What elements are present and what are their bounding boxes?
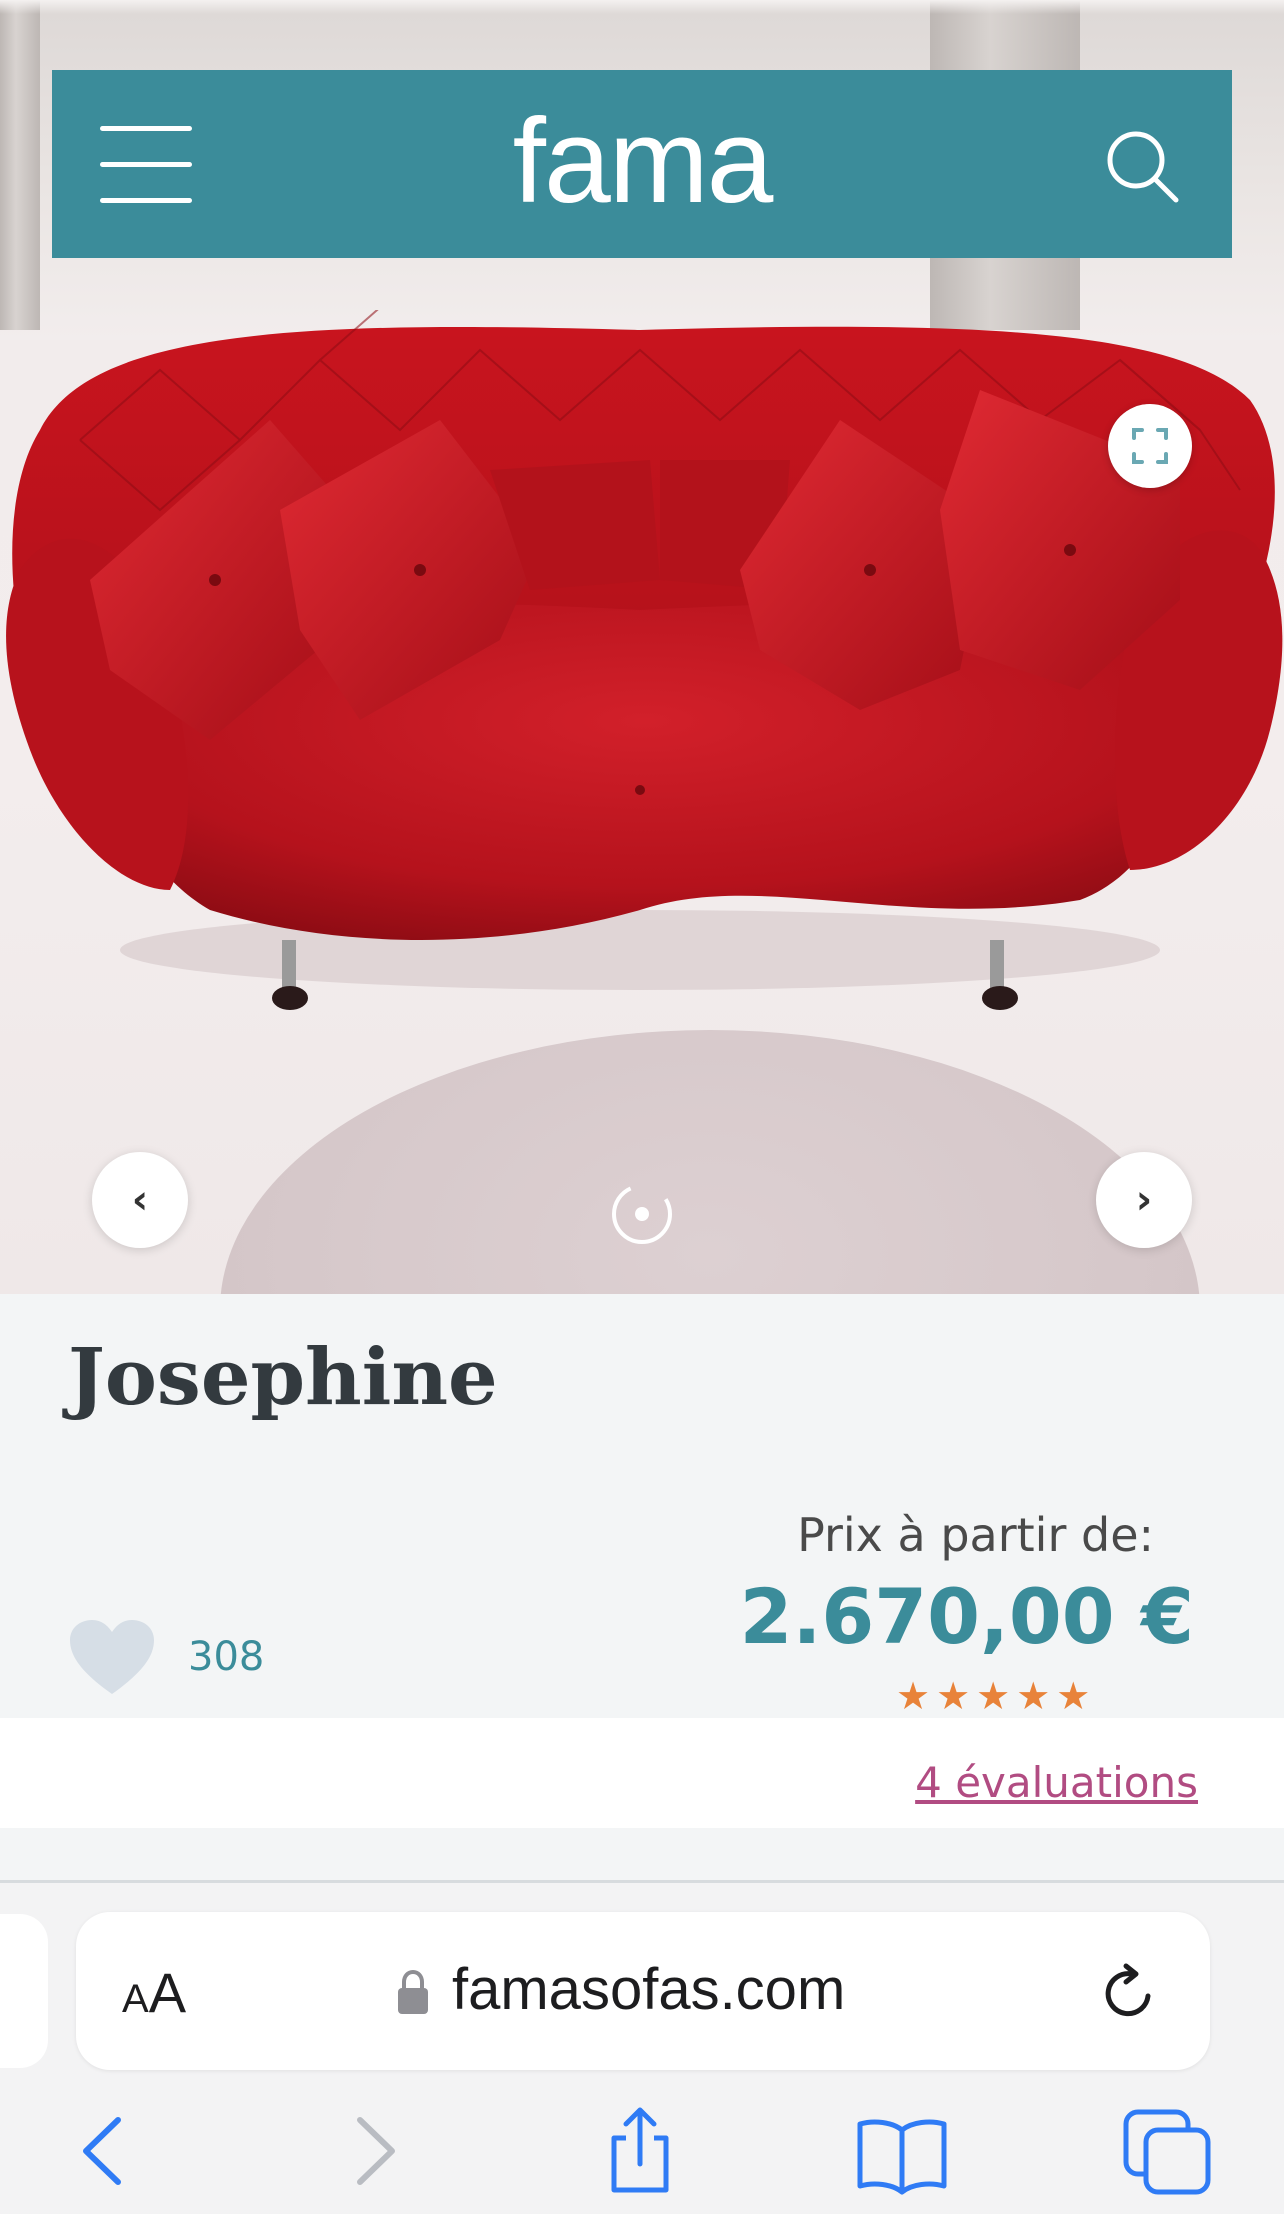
site-header: fama (52, 70, 1232, 258)
address-bar[interactable]: AA famasofas.com (76, 1912, 1210, 2070)
rating-stars: ★★★★★ (896, 1674, 1097, 1718)
site-logo[interactable]: fama (52, 92, 1232, 230)
product-photo-sofa (6, 310, 1283, 1010)
reload-icon[interactable] (1096, 1960, 1162, 2026)
tabs-icon[interactable] (1118, 2106, 1218, 2196)
url-text[interactable]: famasofas.com (452, 1956, 845, 2023)
like-count: 308 (188, 1634, 265, 1680)
price-label: Prix à partir de: (797, 1508, 1154, 1562)
back-icon[interactable] (58, 2106, 158, 2196)
search-icon[interactable] (1100, 124, 1184, 208)
window-frame (0, 0, 40, 330)
heart-icon[interactable] (68, 1618, 156, 1698)
status-bar (0, 0, 1284, 14)
text-size-button[interactable]: AA (122, 1960, 186, 2025)
forward-icon[interactable] (326, 2106, 426, 2196)
rug (220, 1030, 1200, 1294)
gallery-prev-button[interactable]: ‹ (92, 1152, 188, 1248)
reviews-link[interactable]: 4 évaluations (915, 1758, 1198, 1807)
product-title: Josephine (68, 1332, 498, 1423)
bookmarks-icon[interactable] (852, 2106, 952, 2196)
price-value: 2.670,00 € (739, 1572, 1194, 1661)
share-icon[interactable] (590, 2106, 690, 2196)
lock-icon (398, 1969, 428, 2014)
360-view-icon[interactable] (604, 1176, 680, 1252)
previous-tab-peek[interactable] (0, 1914, 48, 2068)
expand-icon[interactable] (1108, 404, 1192, 488)
gallery-next-button[interactable]: › (1096, 1152, 1192, 1248)
